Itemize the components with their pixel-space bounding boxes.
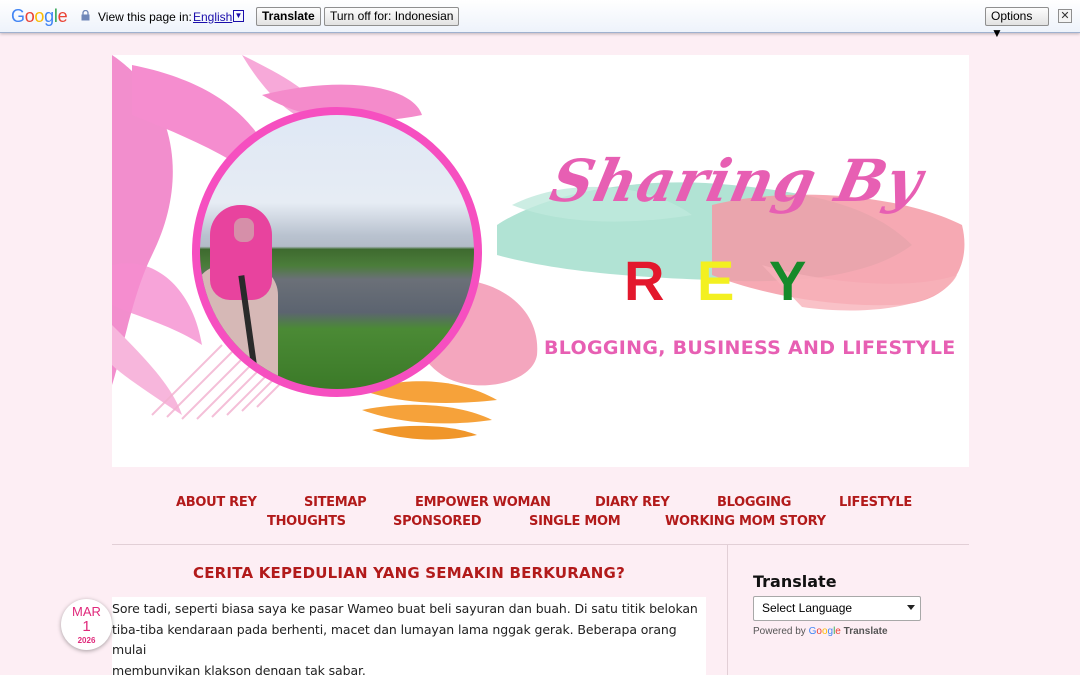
content-divider — [112, 544, 969, 545]
profile-photo — [192, 107, 482, 397]
nav-single-mom[interactable]: SINGLE MOM — [529, 514, 621, 529]
view-page-label: View this page in: — [98, 10, 192, 24]
sidebar-divider — [727, 545, 728, 675]
post-date-day: 1 — [82, 618, 91, 635]
post-body-line: membunyikan klakson dengan tak sabar. — [112, 662, 366, 675]
nav-lifestyle[interactable]: LIFESTYLE — [839, 495, 912, 510]
post-body-line: Sore tadi, seperti biasa saya ke pasar W… — [112, 601, 698, 616]
nav-blogging[interactable]: BLOGGING — [717, 495, 791, 510]
post-title[interactable]: CERITA KEPEDULIAN YANG SEMAKIN BERKURANG… — [112, 564, 706, 582]
post-date-year: 2026 — [77, 636, 96, 645]
site-title-letter-y: Y — [769, 249, 807, 312]
lock-icon — [81, 10, 90, 21]
powered-by-label: Powered by — [753, 626, 806, 637]
powered-by-google: Powered by Google Translate — [753, 626, 888, 637]
site-title-script: Sharing By — [544, 147, 930, 215]
post-body-line: tiba-tiba kendaraan pada berhenti, macet… — [112, 621, 677, 658]
nav-diary-rey[interactable]: DIARY REY — [595, 495, 670, 510]
language-select-value: Select Language — [762, 601, 853, 615]
translate-button[interactable]: Translate — [256, 7, 321, 26]
nav-sitemap[interactable]: SITEMAP — [304, 495, 367, 510]
nav-working-mom-story[interactable]: WORKING MOM STORY — [665, 514, 826, 529]
turn-off-button[interactable]: Turn off for: Indonesian — [324, 7, 460, 26]
language-link[interactable]: English — [193, 10, 232, 24]
google-logo: Google — [11, 6, 68, 26]
nav-about-rey[interactable]: ABOUT REY — [176, 495, 257, 510]
person-face — [234, 218, 254, 242]
nav-thoughts[interactable]: THOUGHTS — [267, 514, 346, 529]
chevron-down-icon — [907, 605, 915, 610]
post-date-month: MAR — [72, 604, 101, 619]
translate-wordmark: Translate — [843, 626, 888, 637]
translate-bar: Google View this page in: English ▼ Tran… — [0, 0, 1080, 40]
language-select[interactable]: Select Language — [753, 596, 921, 621]
post-date-badge: MAR 1 2026 — [61, 599, 112, 650]
header-banner[interactable]: Sharing By R E Y BLOGGING, BUSINESS AND … — [112, 55, 969, 467]
options-button[interactable]: Options ▼ — [985, 7, 1049, 40]
close-icon[interactable]: ✕ — [1058, 9, 1072, 23]
google-wordmark[interactable]: Google — [809, 626, 841, 637]
nav-sponsored[interactable]: SPONSORED — [393, 514, 482, 529]
site-title-letter-r: R — [624, 249, 677, 312]
language-dropdown-icon[interactable]: ▼ — [233, 10, 244, 22]
translate-widget-title: Translate — [753, 572, 837, 591]
site-tagline: BLOGGING, BUSINESS AND LIFESTYLE — [544, 337, 956, 359]
nav-empower-woman[interactable]: EMPOWER WOMAN — [415, 495, 551, 510]
site-title-letter-e: E — [697, 249, 735, 312]
post-body: Sore tadi, seperti biasa saya ke pasar W… — [112, 597, 706, 675]
